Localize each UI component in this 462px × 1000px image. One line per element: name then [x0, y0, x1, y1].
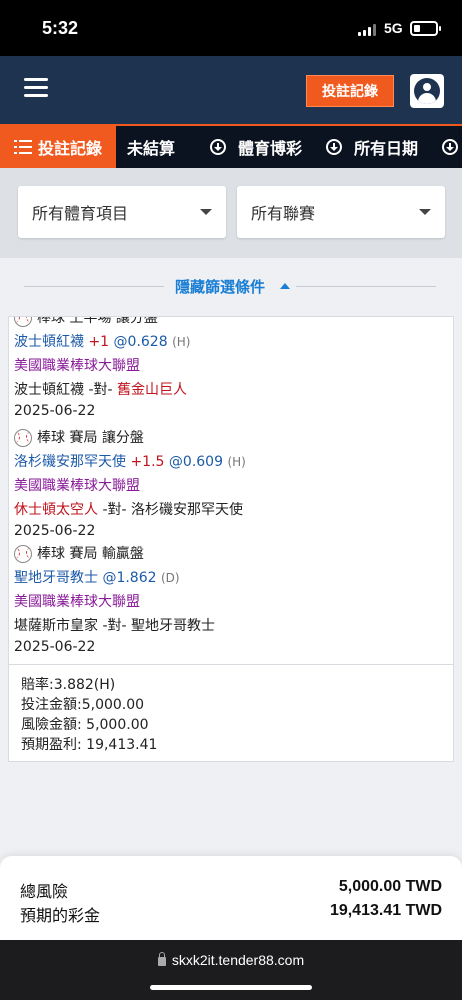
tab-label: 所有日期 [354, 139, 419, 158]
leg-market-line: 棒球 賽局 讓分盤 [14, 427, 144, 449]
leg-home: 堪薩斯市皇家 [14, 618, 98, 634]
tab-bet-history[interactable]: 投註記錄 [0, 126, 116, 168]
leg-handicap: +1.5 [130, 454, 165, 470]
bet-summary: 賠率:3.882(H) 投注金額:5,000.00 風險金額: 5,000.00… [9, 664, 453, 761]
total-risk-row: 總風險 5,000.00 TWD [20, 878, 442, 901]
circle-down-icon [326, 139, 342, 155]
caret-up-icon [280, 283, 290, 289]
tab-sports-betting[interactable]: 體育博彩 [210, 126, 302, 168]
leg-market: 棒球 上半場 讓分盤 [37, 316, 158, 326]
network-label: 5G [384, 20, 403, 36]
list-icon [14, 140, 32, 154]
leg-vs: -對- [102, 502, 127, 518]
divider [24, 286, 164, 287]
expected-payout-row: 預期的彩金 19,413.41 TWD [20, 902, 442, 925]
leg-home: 波士頓紅襪 [14, 382, 84, 398]
stake-amount: 投注金額:5,000.00 [21, 697, 145, 713]
leg-market-line: 棒球 上半場 讓分盤 [14, 316, 158, 329]
divider [296, 286, 436, 287]
leg-side: (D) [161, 571, 180, 585]
bet-card: 棒球 上半場 讓分盤 波士頓紅襪 +1 @0.628 (H) 美國職業棒球大聯盟… [8, 316, 454, 762]
leg-home: 休士頓太空人 [14, 502, 98, 518]
total-risk-value: 5,000.00 TWD [338, 878, 442, 895]
caret-down-icon [200, 209, 212, 215]
battery-icon [410, 21, 441, 36]
leg-market-line: 棒球 賽局 輸贏盤 [14, 543, 144, 565]
baseball-icon [14, 317, 32, 327]
leg-date: 2025-06-22 [14, 523, 96, 539]
browser-bar: skxk2it.tender88.com [0, 940, 462, 1000]
expected-profit: 預期盈利: 19,413.41 [21, 737, 158, 753]
tab-bar: 投註記錄 未結算 體育博彩 所有日期 [0, 124, 462, 168]
leg-odds: @1.862 [102, 570, 157, 586]
tab-label: 投註記錄 [38, 139, 103, 158]
risk-amount: 風險金額: 5,000.00 [21, 717, 149, 733]
league-select-value: 所有聯賽 [251, 204, 316, 223]
leg-away: 舊金山巨人 [117, 382, 188, 398]
leg-handicap: +1 [88, 334, 110, 350]
hide-filter-label[interactable]: 隱藏篩選條件 [175, 276, 265, 297]
expected-payout-label: 預期的彩金 [20, 906, 101, 925]
home-indicator[interactable] [150, 985, 312, 990]
leg-league: 美國職業棒球大聯盟 [14, 358, 140, 374]
leg-side: (H) [227, 455, 246, 469]
address-bar[interactable]: skxk2it.tender88.com [0, 952, 462, 968]
bet-history-button[interactable]: 投註記錄 [306, 75, 394, 107]
leg-date: 2025-06-22 [14, 403, 96, 419]
circle-down-icon [442, 139, 458, 155]
leg-date: 2025-06-22 [14, 639, 96, 655]
total-risk-label: 總風險 [20, 882, 69, 901]
leg-selection: 聖地牙哥教士 [14, 570, 98, 586]
account-icon[interactable] [410, 74, 444, 108]
hamburger-menu-icon[interactable] [24, 78, 48, 98]
status-bar: 5:32 5G [0, 0, 462, 56]
leg-market: 棒球 賽局 讓分盤 [37, 430, 144, 446]
tab-unsettled[interactable]: 未結算 [127, 126, 175, 168]
leg-away: 聖地牙哥教士 [131, 618, 216, 634]
leg-selection-line: 聖地牙哥教士 @1.862 (D) [14, 567, 180, 589]
caret-down-icon [419, 209, 431, 215]
leg-odds: @0.628 [113, 334, 168, 350]
circle-down-icon [210, 139, 226, 155]
tab-all-dates[interactable]: 所有日期 [326, 126, 418, 168]
tab-label: 未結算 [127, 139, 176, 158]
status-time: 5:32 [42, 18, 79, 38]
baseball-icon [14, 545, 32, 563]
leg-selection: 洛杉磯安那罕天使 [14, 454, 126, 470]
leg-selection: 波士頓紅襪 [14, 334, 84, 350]
top-navigation: 投註記錄 [0, 56, 462, 124]
leg-side: (H) [172, 335, 191, 349]
odds-total: 賠率:3.882(H) [21, 677, 116, 693]
leg-market: 棒球 賽局 輸贏盤 [37, 546, 144, 562]
leg-league: 美國職業棒球大聯盟 [14, 594, 140, 610]
leg-matchup: 波士頓紅襪 -對- 舊金山巨人 [14, 379, 187, 401]
leg-vs: -對- [88, 382, 113, 398]
leg-vs: -對- [102, 618, 127, 634]
sport-select-value: 所有體育項目 [32, 204, 129, 223]
leg-matchup: 堪薩斯市皇家 -對- 聖地牙哥教士 [14, 615, 215, 637]
hide-filter-toggle[interactable]: 隱藏篩選條件 [0, 258, 462, 314]
leg-league: 美國職業棒球大聯盟 [14, 478, 140, 494]
filter-area: 所有體育項目 所有聯賽 [0, 168, 462, 258]
url-text: skxk2it.tender88.com [171, 952, 305, 968]
leg-matchup: 休士頓太空人 -對- 洛杉磯安那罕天使 [14, 499, 243, 521]
baseball-icon [14, 429, 32, 447]
tab-label: 體育博彩 [238, 139, 303, 158]
tab-more[interactable] [442, 126, 462, 168]
signal-icon [358, 24, 376, 36]
lock-icon [157, 952, 166, 966]
league-select[interactable]: 所有聯賽 [237, 186, 445, 238]
leg-odds: @0.609 [168, 454, 223, 470]
leg-away: 洛杉磯安那罕天使 [131, 502, 244, 518]
leg-selection-line: 洛杉磯安那罕天使 +1.5 @0.609 (H) [14, 451, 246, 473]
sport-select[interactable]: 所有體育項目 [18, 186, 226, 238]
leg-selection-line: 波士頓紅襪 +1 @0.628 (H) [14, 331, 190, 353]
expected-payout-value: 19,413.41 TWD [329, 902, 442, 919]
totals-panel: 總風險 5,000.00 TWD 預期的彩金 19,413.41 TWD [0, 856, 462, 942]
